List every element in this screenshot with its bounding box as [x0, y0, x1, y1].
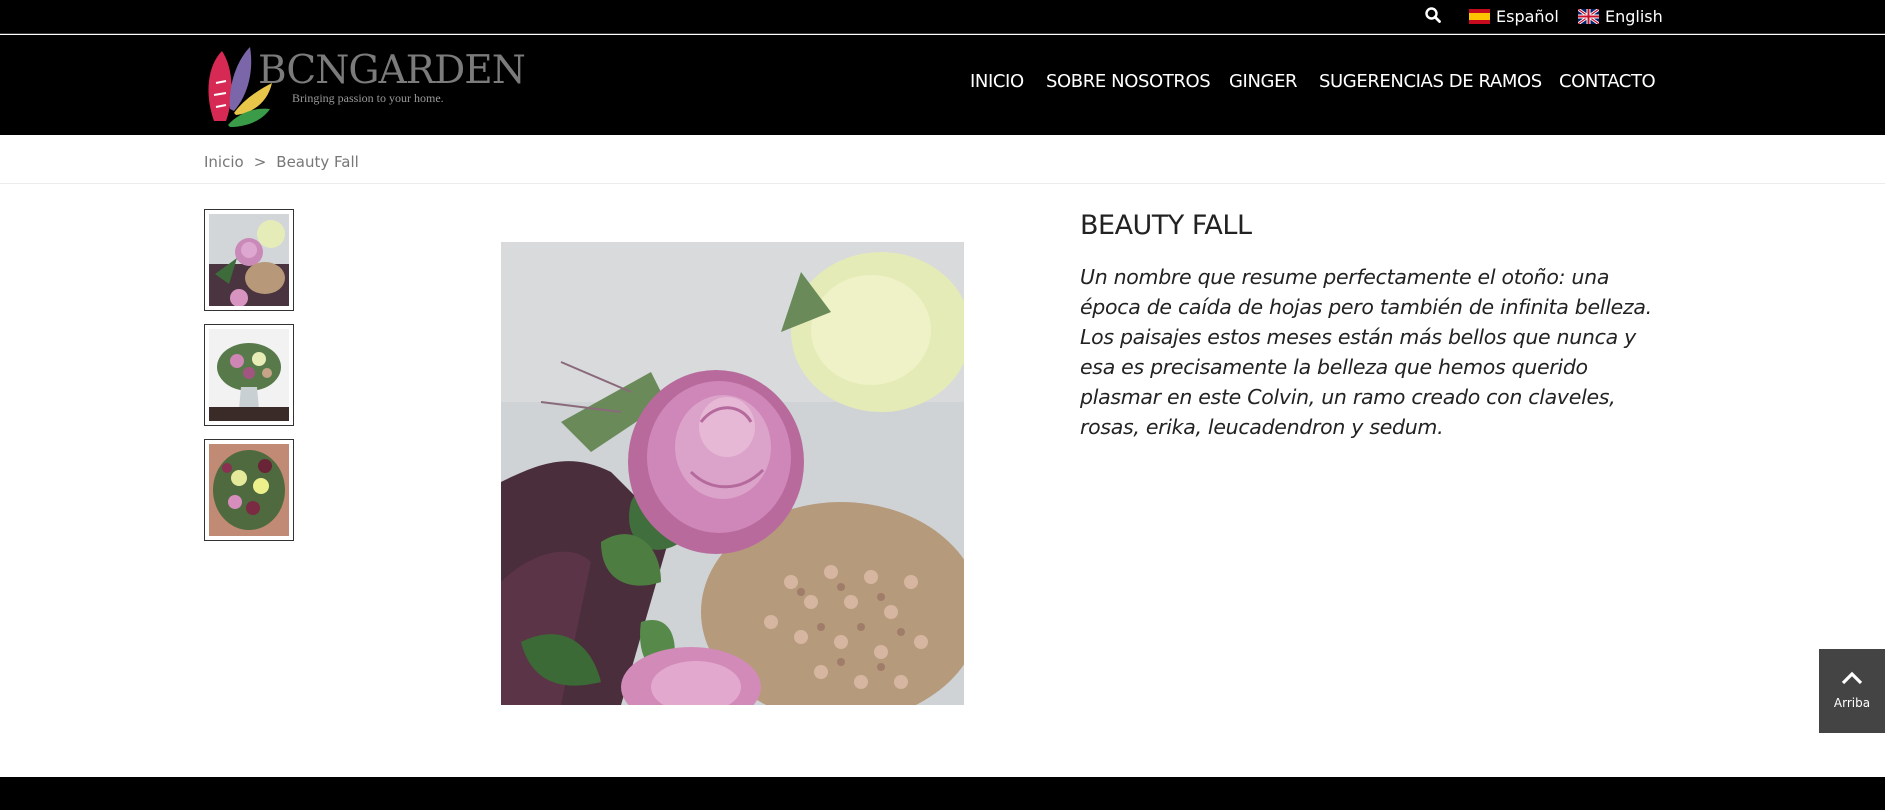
product-thumbnail-2[interactable] — [204, 324, 294, 426]
search-icon[interactable] — [1424, 6, 1442, 24]
breadcrumb-bar: Inicio > Beauty Fall — [0, 135, 1885, 184]
language-espanol-label: Español — [1496, 6, 1559, 26]
thumbnail-image-vase — [209, 329, 289, 421]
nav-item-contacto[interactable]: CONTACTO — [1559, 71, 1656, 92]
back-to-top-button[interactable]: Arriba — [1819, 649, 1885, 733]
language-english-label: English — [1605, 6, 1663, 26]
product-title: BEAUTY FALL — [1080, 210, 1252, 241]
top-bar: Español English — [0, 0, 1885, 34]
uk-flag-icon — [1578, 8, 1599, 24]
language-espanol-link[interactable]: Español — [1469, 5, 1559, 27]
thumbnail-image-overhead — [209, 444, 289, 536]
spain-flag-icon — [1469, 8, 1490, 24]
logo-name: BCNGARDEN — [258, 48, 526, 93]
product-thumbnail-1[interactable] — [204, 209, 294, 311]
site-header: BCNGARDEN Bringing passion to your home.… — [0, 35, 1885, 135]
product-main-image — [501, 242, 964, 705]
back-to-top-label: Arriba — [1833, 696, 1871, 710]
nav-item-sugerencias-de-ramos[interactable]: SUGERENCIAS DE RAMOS — [1319, 71, 1542, 92]
site-footer — [0, 777, 1885, 810]
product-description: Un nombre que resume perfectamente el ot… — [1080, 265, 1652, 439]
breadcrumb: Inicio > Beauty Fall — [204, 153, 359, 171]
nav-item-inicio[interactable]: INICIO — [970, 71, 1024, 92]
breadcrumb-current: Beauty Fall — [276, 153, 359, 171]
product-thumbnail-3[interactable] — [204, 439, 294, 541]
site-logo[interactable]: BCNGARDEN Bringing passion to your home. — [204, 43, 526, 127]
breadcrumb-separator: > — [253, 153, 267, 171]
nav-item-ginger[interactable]: GINGER — [1229, 71, 1298, 92]
language-english-link[interactable]: English — [1578, 5, 1663, 27]
logo-tagline: Bringing passion to your home. — [292, 91, 444, 105]
breadcrumb-home-link[interactable]: Inicio — [204, 153, 244, 171]
nav-item-sobre-nosotros[interactable]: SOBRE NOSOTROS — [1046, 71, 1211, 92]
chevron-up-icon — [1841, 671, 1863, 685]
thumbnail-image-closeup — [209, 214, 289, 306]
